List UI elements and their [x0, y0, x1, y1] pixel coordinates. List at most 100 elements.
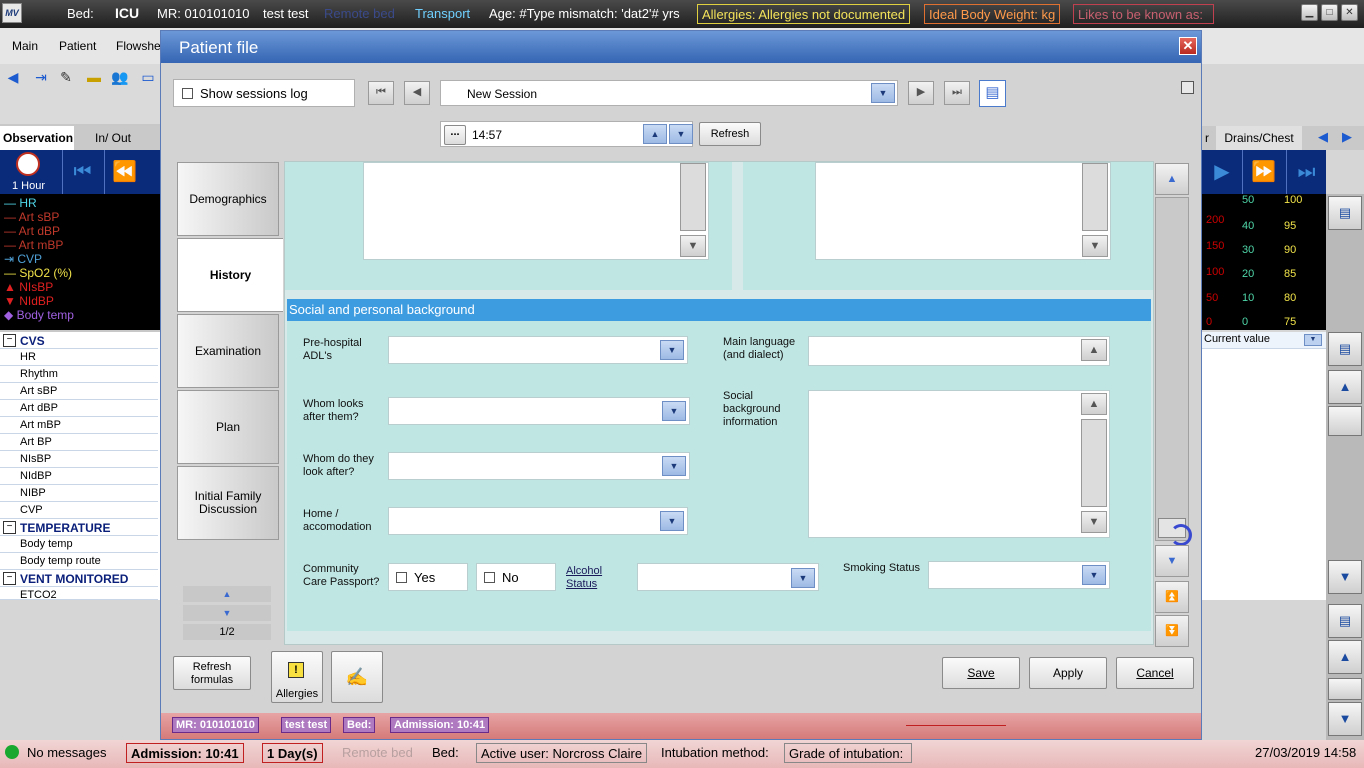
tab-partial[interactable]: r	[1202, 126, 1212, 150]
social-background-textarea[interactable]: ▲ ▼	[808, 390, 1110, 538]
clock-icon[interactable]	[16, 152, 40, 176]
tab-history[interactable]: History	[177, 238, 283, 312]
menu-main[interactable]: Main	[12, 39, 38, 53]
scroll-thumb[interactable]	[1081, 419, 1107, 507]
scroll-down-icon[interactable]: ▼	[1082, 235, 1108, 257]
minimize-icon[interactable]: ▁	[1301, 4, 1318, 21]
tabs-up-icon[interactable]: ▲	[183, 586, 271, 602]
row-art-bp[interactable]: Art BP	[0, 434, 158, 451]
ccp-yes-checkbox[interactable]	[396, 572, 407, 583]
tabs-down-icon[interactable]: ▼	[183, 605, 271, 621]
last-session-icon[interactable]: ⏭	[944, 81, 970, 105]
play-icon[interactable]: ▶	[1202, 150, 1242, 194]
report-icon[interactable]: ▤	[1328, 196, 1362, 230]
scroll-down-icon[interactable]: ▼	[1328, 560, 1362, 594]
tab-scroll-right-icon[interactable]: ▶	[1342, 129, 1352, 145]
show-sessions-log-checkbox[interactable]	[182, 88, 193, 99]
group-cvs[interactable]: CVS	[0, 332, 158, 349]
previous-session-icon[interactable]: ◀	[404, 81, 430, 105]
row-nisbp[interactable]: NIsBP	[0, 451, 158, 468]
row-art-mbp[interactable]: Art mBP	[0, 417, 158, 434]
tab-scroll-left-icon[interactable]: ◀	[1318, 129, 1328, 145]
current-value-dropdown[interactable]: Current value ▼	[1202, 332, 1326, 349]
save-button[interactable]: Save	[942, 657, 1020, 689]
chevron-down-icon[interactable]: ▼	[791, 568, 815, 588]
people-icon[interactable]: 👥	[111, 68, 129, 86]
chevron-down-icon[interactable]: ▼	[662, 456, 686, 476]
close-icon[interactable]: ✕	[1179, 37, 1197, 55]
close-window-icon[interactable]: ✕	[1341, 4, 1358, 21]
time-up-icon[interactable]: ▲	[643, 124, 667, 144]
scroll-bottom-icon[interactable]: ⏬	[1155, 615, 1189, 647]
upper-right-textarea[interactable]: ▼	[815, 162, 1111, 260]
tab-in-out[interactable]: In/ Out	[78, 126, 148, 150]
session-select[interactable]: New Session ▼	[440, 80, 898, 106]
scroll-thumb[interactable]	[1082, 163, 1108, 231]
preadl-select[interactable]: ▼	[388, 336, 688, 364]
edit-note-icon[interactable]: ✎	[57, 68, 75, 86]
chevron-down-icon[interactable]: ▼	[1082, 565, 1106, 585]
ccp-no-option[interactable]: No	[476, 563, 556, 591]
refresh-formulas-button[interactable]: Refresh formulas	[173, 656, 251, 690]
likes-to-be-known-badge[interactable]: Likes to be known as:	[1073, 4, 1214, 24]
rewind-icon[interactable]: ⏪	[104, 150, 144, 194]
messages-status[interactable]: No messages	[27, 745, 106, 760]
group-vent-monitored[interactable]: VENT MONITORED	[0, 570, 158, 587]
tab-drains-chest[interactable]: Drains/Chest	[1216, 126, 1302, 150]
chevron-down-icon[interactable]: ▼	[660, 340, 684, 360]
maximize-icon[interactable]: □	[1321, 4, 1338, 21]
row-nidbp[interactable]: NIdBP	[0, 468, 158, 485]
main-language-textarea[interactable]: ▲	[808, 336, 1110, 366]
upper-left-textarea[interactable]: ▼	[363, 162, 709, 260]
ellipsis-button[interactable]: ...	[444, 125, 466, 145]
scroll-top-icon[interactable]: ⏫	[1155, 581, 1189, 613]
report-icon[interactable]: ▤	[1328, 332, 1362, 366]
page-scroll-down-icon[interactable]: ▼	[1155, 545, 1189, 577]
first-session-icon[interactable]: ⏮	[368, 81, 394, 105]
ccp-no-checkbox[interactable]	[484, 572, 495, 583]
scroll-down-icon[interactable]: ▼	[1328, 702, 1362, 736]
apply-button[interactable]: Apply	[1029, 657, 1107, 689]
scroll-down-icon[interactable]: ▼	[1081, 511, 1107, 533]
row-body-temp[interactable]: Body temp	[0, 536, 158, 553]
row-rhythm[interactable]: Rhythm	[0, 366, 158, 383]
home-select[interactable]: ▼	[388, 507, 688, 535]
row-nibp[interactable]: NIBP	[0, 485, 158, 502]
scroll-thumb[interactable]	[680, 163, 706, 231]
fast-forward-icon[interactable]: ⏩	[1242, 150, 1284, 194]
alcohol-status-select[interactable]: ▼	[637, 563, 819, 591]
page-scroll-track[interactable]	[1155, 197, 1189, 541]
first-page-icon[interactable]: ⏮	[62, 150, 102, 194]
row-cvp[interactable]: CVP	[0, 502, 158, 519]
tab-observation[interactable]: Observation	[0, 126, 74, 150]
group-temperature[interactable]: TEMPERATURE	[0, 519, 158, 536]
time-picker[interactable]: ... 14:57 ▲ ▼	[440, 121, 693, 147]
ideal-body-weight-badge[interactable]: Ideal Body Weight: kg	[924, 4, 1061, 24]
tab-initial-family-discussion[interactable]: Initial Family Discussion	[177, 466, 279, 540]
allergies-button[interactable]: ! Allergies	[271, 651, 323, 703]
back-arrow-icon[interactable]: ◀	[4, 68, 22, 86]
chevron-down-icon[interactable]: ▼	[871, 83, 895, 103]
chevron-down-icon[interactable]: ▼	[1304, 334, 1322, 346]
scroll-up-icon[interactable]: ▲	[1328, 640, 1362, 674]
alcohol-status-link[interactable]: Alcohol Status	[566, 565, 616, 591]
tab-examination[interactable]: Examination	[177, 314, 279, 388]
tab-plan[interactable]: Plan	[177, 390, 279, 464]
row-art-dbp[interactable]: Art dBP	[0, 400, 158, 417]
row-body-temp-route[interactable]: Body temp route	[0, 553, 158, 570]
remote-bed-link[interactable]: Remote bed	[324, 6, 395, 21]
row-hr[interactable]: HR	[0, 349, 158, 366]
scroll-thumb[interactable]	[1328, 406, 1362, 436]
scroll-up-icon[interactable]: ▲	[1081, 339, 1107, 361]
transport-link[interactable]: Transport	[415, 6, 470, 21]
page-scroll-up-icon[interactable]: ▲	[1155, 163, 1189, 195]
folder-icon[interactable]: ▬	[85, 68, 103, 86]
whom-do-select[interactable]: ▼	[388, 452, 690, 480]
chevron-down-icon[interactable]: ▼	[662, 401, 686, 421]
whom-looks-select[interactable]: ▼	[388, 397, 690, 425]
login-icon[interactable]: ⇥	[32, 68, 50, 86]
scroll-up-icon[interactable]: ▲	[1328, 370, 1362, 404]
allergies-badge[interactable]: Allergies: Allergies not documented	[697, 4, 911, 24]
last-page-icon[interactable]: ⏭	[1286, 150, 1326, 194]
row-etco2[interactable]: ETCO2	[0, 587, 158, 600]
